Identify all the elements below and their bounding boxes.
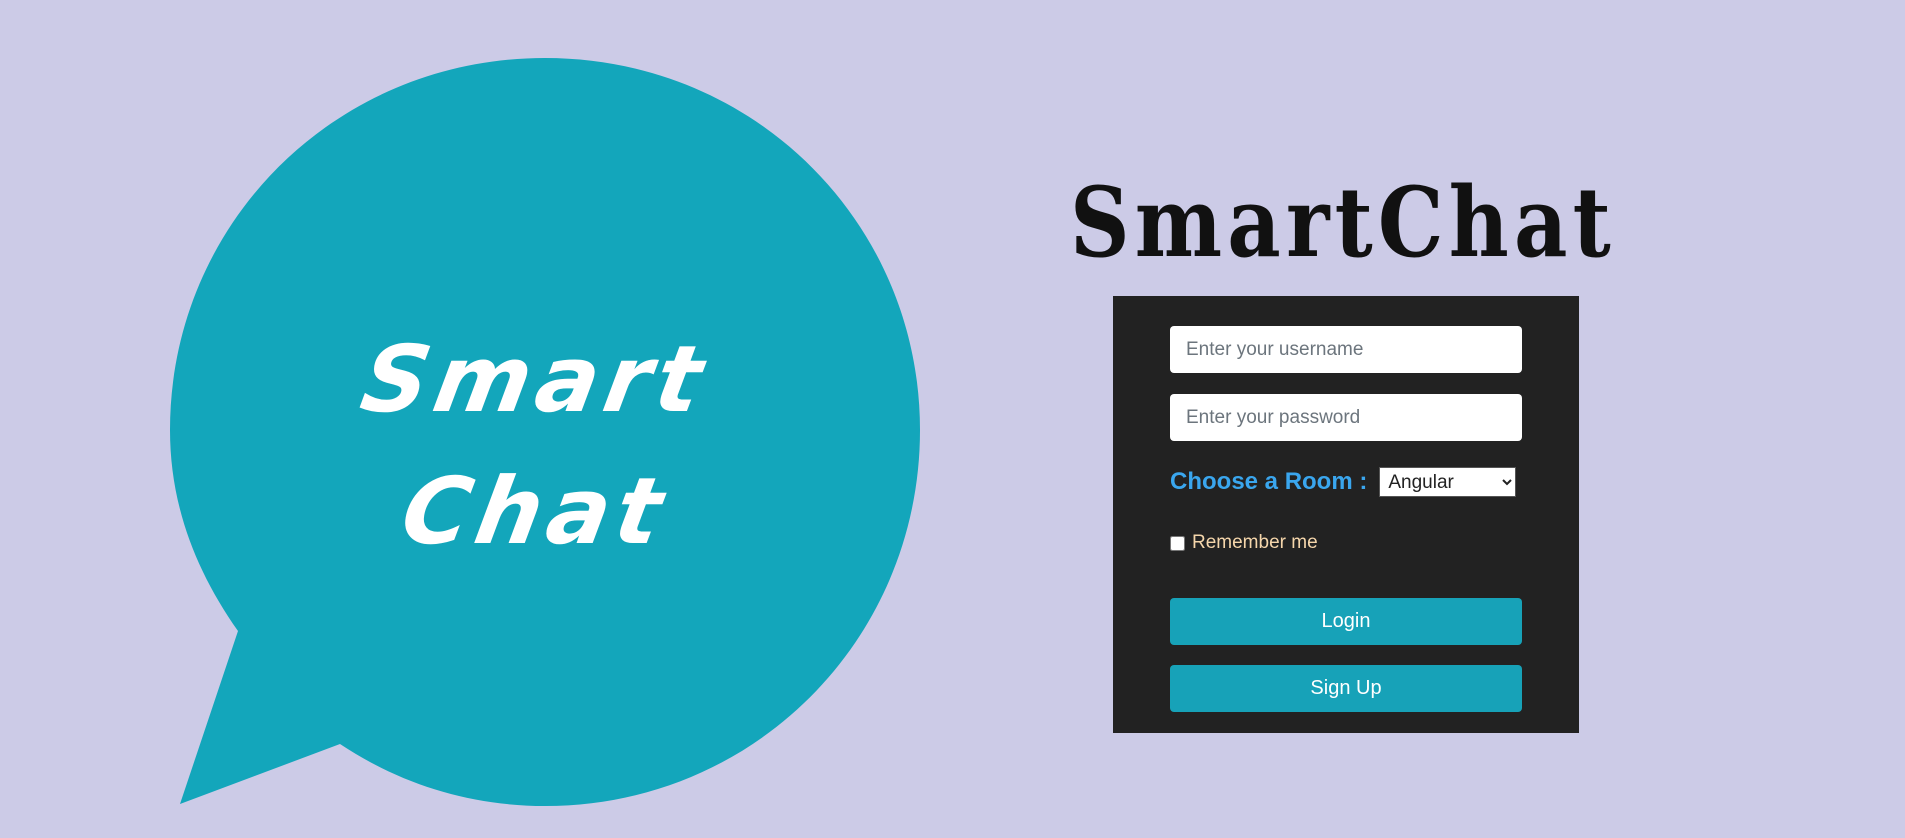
room-selector-row: Choose a Room : Angular	[1170, 466, 1517, 498]
remember-me-checkbox[interactable]	[1170, 535, 1185, 551]
remember-me-label[interactable]: Remember me	[1192, 532, 1318, 554]
username-input[interactable]	[1170, 326, 1522, 373]
signup-button[interactable]: Sign Up	[1170, 665, 1522, 712]
room-label: Choose a Room :	[1170, 468, 1368, 495]
password-input[interactable]	[1170, 394, 1522, 441]
smartchat-logo: Smart Chat	[170, 58, 920, 808]
login-panel: Choose a Room : Angular Remember me Logi…	[1113, 296, 1579, 733]
login-button[interactable]: Login	[1170, 598, 1522, 645]
logo-word-chat: Chat	[394, 458, 676, 565]
login-page: Smart Chat SmartChat Choose a Room : Ang…	[0, 0, 1905, 838]
remember-me-row: Remember me	[1170, 532, 1318, 554]
chat-bubble-icon	[170, 58, 920, 806]
logo-word-smart: Smart	[353, 326, 717, 433]
brand-title: SmartChat	[1070, 166, 1616, 279]
room-select[interactable]: Angular	[1379, 467, 1517, 497]
